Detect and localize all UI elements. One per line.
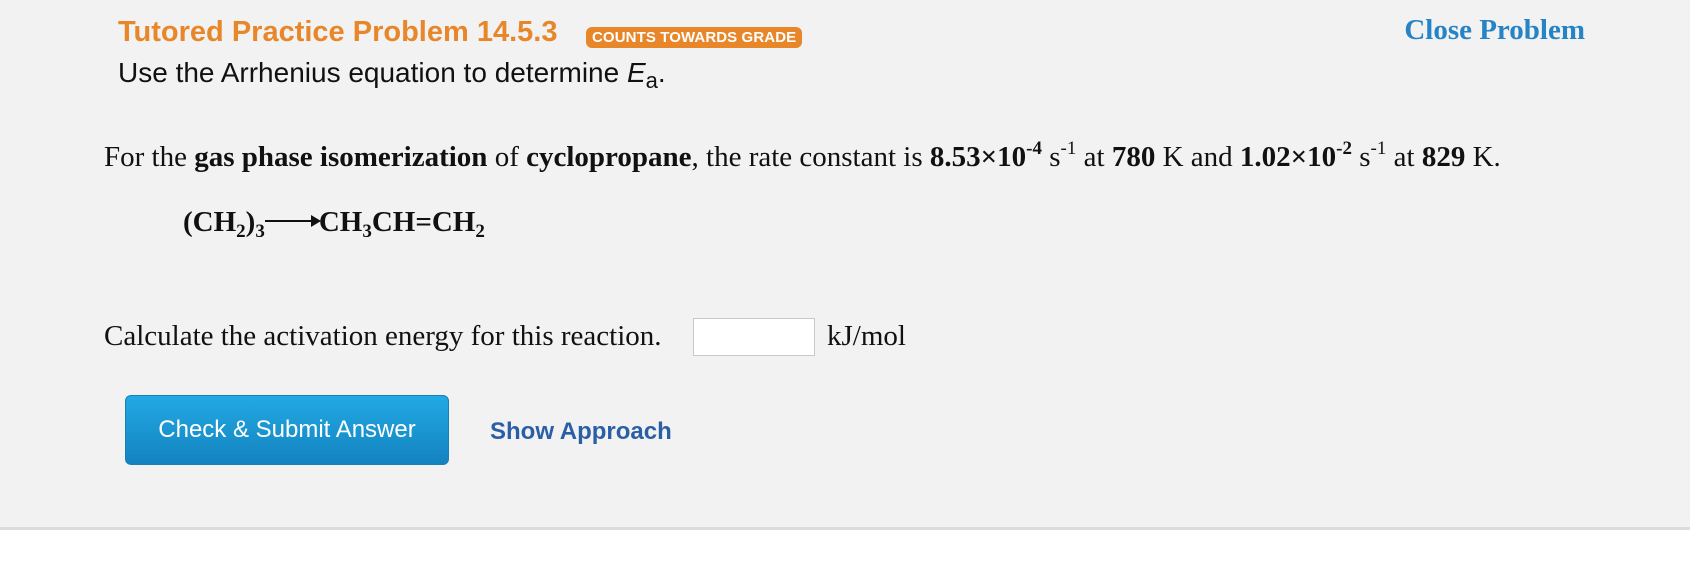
rate-constant-1: 8.53×10-4: [929, 138, 1042, 173]
rate-unit-exponent: -1: [1060, 138, 1077, 159]
statement-text: K and: [1155, 141, 1240, 173]
statement-text: at: [1386, 141, 1422, 173]
rate-unit-base: s: [1042, 141, 1061, 173]
statement-text: For the: [104, 141, 195, 173]
reaction-equation: (CH2)3 CH3CH=CH2: [183, 206, 485, 241]
product-formula-b: CH=CH: [371, 206, 476, 238]
problem-panel: Tutored Practice Problem 14.5.3 COUNTS T…: [0, 0, 1690, 530]
reactant-count: 3: [255, 221, 265, 242]
product: CH3CH=CH2: [318, 206, 485, 241]
rate-unit-exponent: -1: [1370, 138, 1387, 159]
subtitle-end: .: [657, 57, 666, 88]
rate-constant-2: 1.02×10-2: [1239, 138, 1352, 173]
counts-towards-grade-badge: COUNTS TOWARDS GRADE: [586, 27, 803, 48]
ea-symbol: E: [626, 57, 646, 88]
product-formula-a: CH: [318, 206, 363, 238]
compound-name: cyclopropane: [526, 141, 692, 173]
reaction-type: gas phase isomerization: [194, 141, 488, 173]
rate-unit-1: s-1: [1042, 138, 1077, 173]
problem-subtitle: Use the Arrhenius equation to determine …: [118, 57, 666, 94]
question-prompt: Calculate the activation energy for this…: [104, 320, 662, 352]
check-submit-answer-button[interactable]: Check & Submit Answer: [125, 395, 449, 465]
product-subscript-a: 3: [362, 221, 372, 242]
answer-unit: kJ/mol: [827, 320, 906, 352]
reaction-arrow-icon: [264, 215, 321, 227]
rate-constant-1-mantissa: 8.53×10: [929, 141, 1027, 173]
close-problem-link[interactable]: Close Problem: [1404, 14, 1585, 47]
statement-text: , the rate constant is: [691, 141, 930, 173]
subtitle-text: Use the Arrhenius equation to determine: [118, 57, 627, 88]
problem-statement: For the gas phase isomerization of cyclo…: [104, 138, 1501, 174]
temperature-2: 829: [1421, 141, 1466, 173]
rate-constant-1-exponent: -4: [1026, 138, 1042, 159]
temperature-1: 780: [1111, 141, 1156, 173]
rate-constant-2-exponent: -2: [1336, 138, 1352, 159]
problem-title: Tutored Practice Problem 14.5.3: [118, 16, 558, 48]
rate-unit-base: s: [1352, 141, 1371, 173]
reactant-formula: (CH: [183, 206, 237, 238]
reactant-paren: ): [245, 206, 256, 238]
rate-constant-2-mantissa: 1.02×10: [1239, 141, 1337, 173]
statement-text: K.: [1465, 141, 1501, 173]
ea-subscript: a: [645, 68, 658, 93]
statement-text: of: [487, 141, 527, 173]
statement-text: at: [1076, 141, 1112, 173]
activation-energy-input[interactable]: [693, 318, 815, 356]
product-subscript-b: 2: [475, 221, 485, 242]
reactant-subscript: 2: [236, 221, 246, 242]
show-approach-link[interactable]: Show Approach: [490, 418, 672, 446]
rate-unit-2: s-1: [1352, 138, 1387, 173]
reactant: (CH2)3: [183, 206, 265, 241]
